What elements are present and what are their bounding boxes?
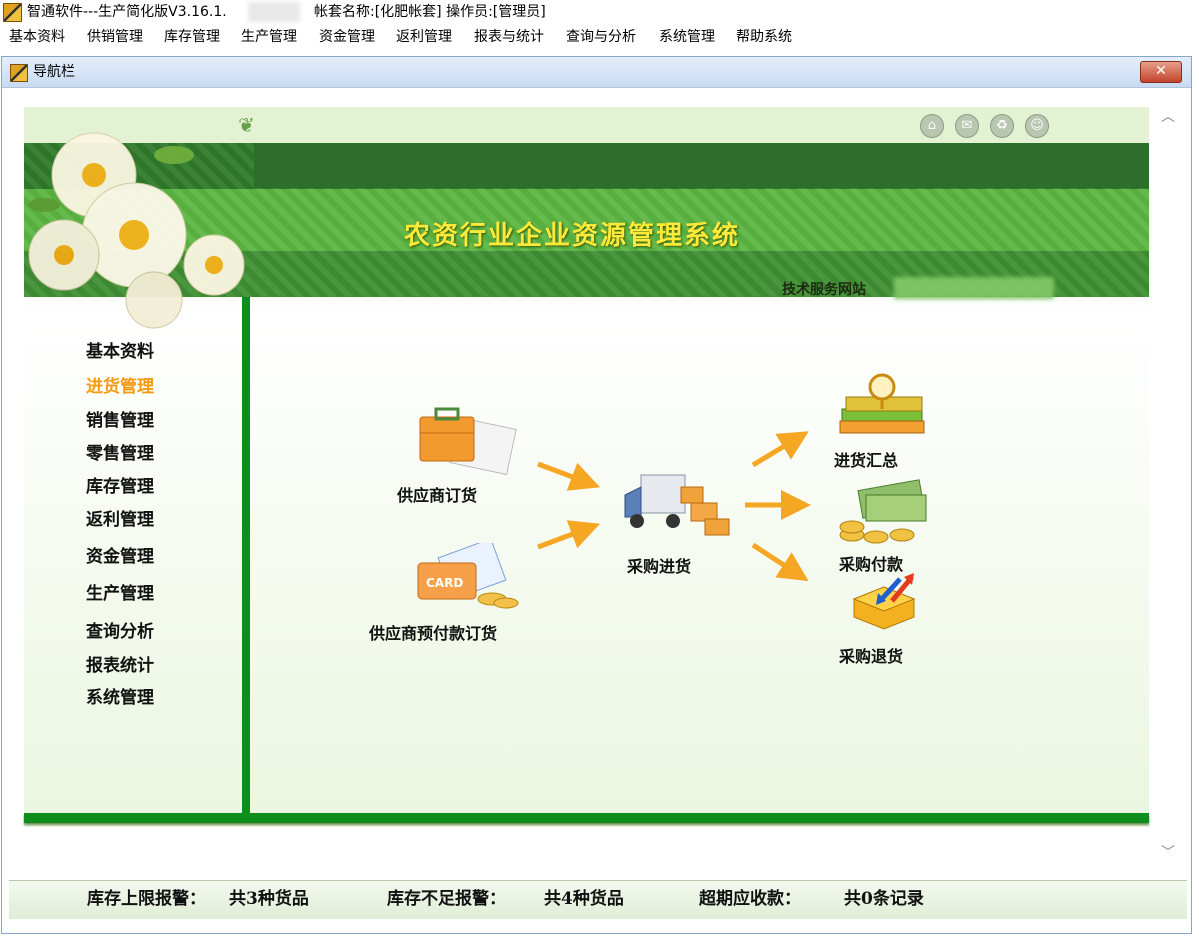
- close-button[interactable]: ✕: [1140, 61, 1182, 83]
- app-title: 智通软件---生产简化版V3.16.1.: [27, 4, 227, 20]
- arrow-prepay-to-purchase: [537, 520, 601, 550]
- arrow-purchase-to-return: [751, 542, 809, 582]
- flow-arrows: [537, 431, 811, 582]
- stock-low-alert-label: 库存不足报警：: [387, 889, 506, 909]
- menu-rebate[interactable]: 返利管理: [396, 24, 452, 50]
- account-info: 帐套名称:[化肥帐套] 操作员:[管理员]: [314, 4, 546, 20]
- overdue-receivable-label: 超期应收款：: [699, 889, 801, 909]
- navigation-panel: ❦ ⌂ ✉ ♻ ☺ 农资行业企业资源管理系统 技术服务网站 基本资料 进货管理 …: [24, 107, 1149, 827]
- menu-bar: 基本资料 供销管理 库存管理 生产管理 资金管理 返利管理 报表与统计 查询与分…: [0, 24, 1199, 50]
- window-logo-icon: [10, 64, 28, 82]
- menu-query[interactable]: 查询与分析: [566, 24, 636, 50]
- title-redacted: [248, 2, 300, 22]
- arrow-purchase-to-summary: [751, 431, 809, 468]
- navigation-window-title: 导航栏: [33, 64, 75, 80]
- status-bar: 库存上限报警： 共3种货品 库存不足报警： 共4种货品 超期应收款： 共0条记录: [9, 880, 1187, 919]
- overdue-receivable-value[interactable]: 共0条记录: [844, 881, 924, 917]
- scroll-down-icon[interactable]: ﹀: [1158, 843, 1178, 863]
- stock-low-alert-value[interactable]: 共4种货品: [544, 881, 624, 917]
- stock-upper-alert-label: 库存上限报警：: [87, 889, 206, 909]
- menu-reports[interactable]: 报表与统计: [474, 24, 544, 50]
- app-titlebar: 智通软件---生产简化版V3.16.1. 帐套名称:[化肥帐套] 操作员:[管理…: [0, 0, 1199, 24]
- arrow-supplier-to-purchase: [537, 461, 601, 491]
- menu-help[interactable]: 帮助系统: [736, 24, 792, 50]
- scroll-up-icon[interactable]: ︿: [1158, 107, 1178, 127]
- menu-production[interactable]: 生产管理: [241, 24, 297, 50]
- navigation-window-titlebar: 导航栏 ✕: [2, 57, 1191, 88]
- app-logo-icon: [3, 3, 22, 22]
- menu-inventory[interactable]: 库存管理: [164, 24, 220, 50]
- stock-upper-alert-value[interactable]: 共3种货品: [229, 881, 309, 917]
- menu-funds[interactable]: 资金管理: [319, 24, 375, 50]
- menu-basic-data[interactable]: 基本资料: [9, 24, 65, 50]
- navigation-window: 导航栏 ✕ ︿ ﹀ ❦ ⌂ ✉ ♻ ☺ 农资行业企业资源管理系统 技术服务网站: [1, 56, 1192, 934]
- menu-system[interactable]: 系统管理: [659, 24, 715, 50]
- menu-supply-sales[interactable]: 供销管理: [87, 24, 143, 50]
